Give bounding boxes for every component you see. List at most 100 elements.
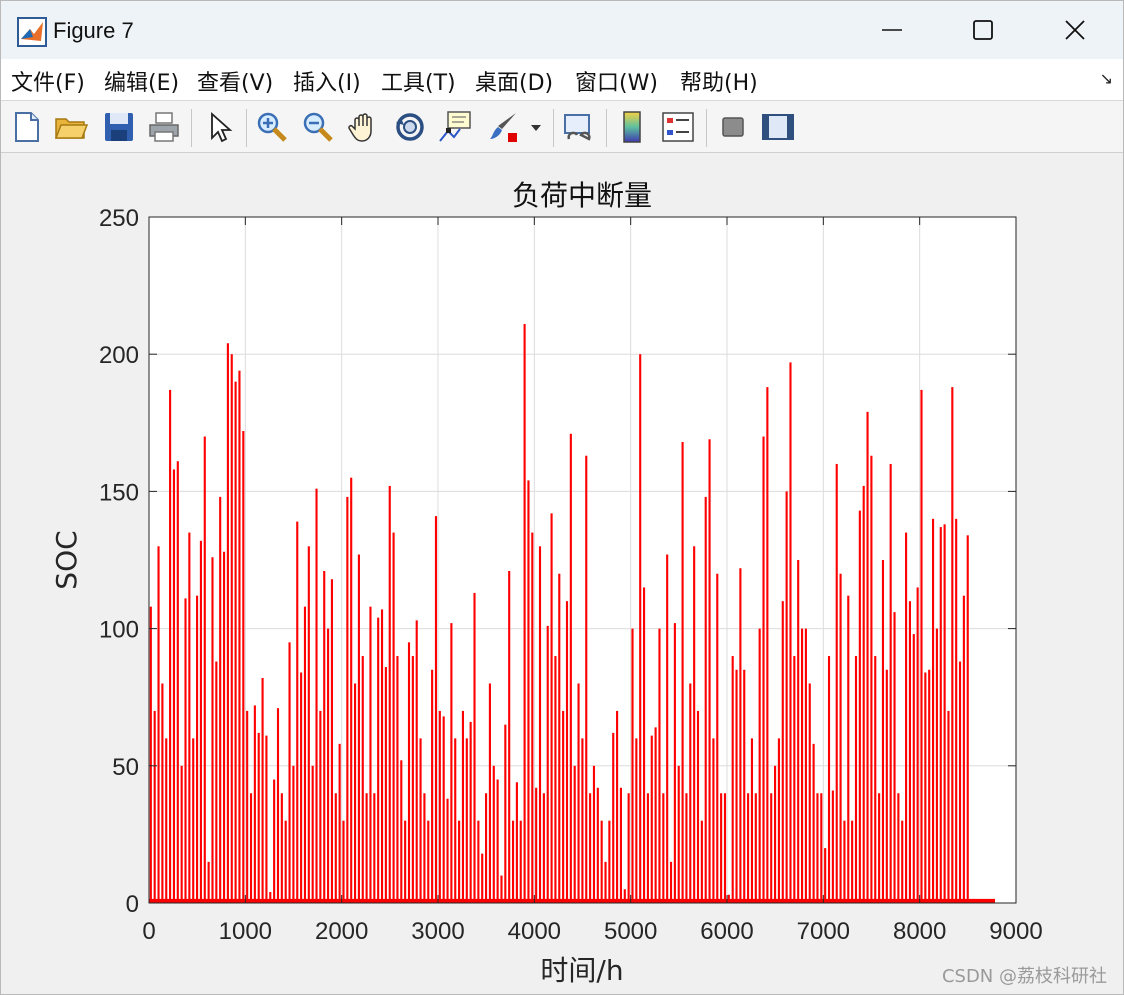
bar [758, 628, 761, 903]
bar [581, 738, 584, 903]
bar [292, 765, 295, 903]
bar [284, 820, 287, 903]
y-tick-label: 150 [99, 479, 139, 506]
bar [928, 669, 931, 903]
bar [947, 710, 950, 903]
x-tick-label: 8000 [893, 918, 946, 945]
cursor-arrow-icon [211, 111, 233, 143]
menu-insert[interactable]: 插入(I) [293, 65, 361, 97]
menu-window[interactable]: 窗口(W) [575, 65, 658, 97]
bar [523, 324, 526, 903]
zoom-in-button[interactable] [254, 109, 290, 145]
bar [639, 354, 642, 903]
plot[interactable]: 0 1000 2000 3000 4000 5000 6000 7000 8000 9000 0 50… [1, 153, 1123, 995]
close-icon [1065, 20, 1085, 40]
bar [450, 623, 453, 903]
bar [334, 793, 337, 903]
hide-plot-tools-button[interactable] [715, 109, 751, 145]
bar [793, 656, 796, 903]
figure-canvas[interactable]: 0 1000 2000 3000 4000 5000 6000 7000 8000 9000 0 50… [1, 153, 1123, 995]
bar [577, 683, 580, 903]
minimize-button[interactable] [846, 1, 938, 59]
bar [207, 861, 210, 903]
bar [562, 710, 565, 903]
bar [658, 628, 661, 903]
bar [492, 765, 495, 903]
bar [589, 793, 592, 903]
data-cursor-button[interactable] [438, 109, 474, 145]
bar [180, 765, 183, 903]
bar [592, 765, 596, 903]
bar [342, 820, 345, 903]
rotate-3d-button[interactable] [392, 109, 428, 145]
x-tick-label: 3000 [411, 918, 464, 945]
bar [881, 560, 885, 903]
zoom-out-button[interactable] [300, 109, 336, 145]
menu-tools[interactable]: 工具(T) [381, 65, 456, 97]
bar [353, 683, 357, 903]
bar [504, 724, 507, 903]
bar [800, 628, 804, 903]
zoom-out-icon [303, 112, 333, 142]
bar [781, 601, 784, 903]
bar [785, 491, 788, 903]
bar [419, 738, 422, 903]
bar [496, 779, 499, 903]
bar [797, 560, 800, 903]
baseline-band [149, 898, 995, 903]
bar [827, 656, 831, 903]
bar [716, 573, 719, 903]
dock-arrow-icon[interactable]: ↘ [1100, 69, 1113, 88]
bar [939, 527, 942, 903]
bar [554, 656, 557, 903]
print-button[interactable] [146, 109, 182, 145]
menu-file[interactable]: 文件(F) [11, 65, 85, 97]
bar [481, 853, 484, 903]
bar [157, 546, 160, 903]
link-plot-button[interactable] [561, 109, 597, 145]
save-button[interactable] [101, 109, 137, 145]
new-figure-button[interactable] [9, 109, 45, 145]
pan-button[interactable] [346, 109, 382, 145]
menu-desktop[interactable]: 桌面(D) [475, 65, 553, 97]
bar [677, 765, 680, 903]
legend-button[interactable] [660, 109, 696, 145]
maximize-button[interactable] [937, 1, 1029, 59]
bar [400, 760, 403, 903]
bar [862, 485, 865, 903]
hand-icon [348, 113, 372, 142]
title-bar[interactable]: Figure 7 [1, 1, 1123, 59]
y-tick-label: 250 [99, 205, 139, 232]
data-tip-icon [439, 111, 471, 142]
open-file-button[interactable] [53, 109, 89, 145]
bar [485, 793, 488, 903]
y-tick-label: 50 [112, 754, 139, 781]
menu-view[interactable]: 查看(V) [197, 65, 273, 97]
window-title: Figure 7 [53, 18, 134, 43]
bar [519, 820, 522, 903]
menu-help[interactable]: 帮助(H) [680, 65, 758, 97]
bar [253, 705, 256, 903]
colorbar-button[interactable] [614, 109, 650, 145]
show-plot-tools-button[interactable] [760, 109, 796, 145]
select-arrow-button[interactable] [201, 109, 237, 145]
x-tick-label: 1000 [219, 918, 272, 945]
bar [905, 532, 908, 903]
bar [169, 389, 172, 903]
x-tick-label: 7000 [797, 918, 850, 945]
show-tools-icon [762, 114, 794, 140]
brush-dropdown[interactable] [528, 109, 544, 145]
save-icon [105, 113, 133, 141]
brush-button[interactable] [486, 109, 522, 145]
bar [627, 793, 630, 903]
bar [558, 573, 561, 903]
x-tick-label: 0 [142, 918, 155, 945]
bar [404, 820, 407, 903]
menu-edit[interactable]: 编辑(E) [104, 65, 179, 97]
bar [508, 570, 511, 903]
bar [600, 820, 603, 903]
close-button[interactable] [1029, 1, 1121, 59]
x-tick-label: 4000 [508, 918, 561, 945]
bar [731, 656, 734, 903]
bar [569, 433, 572, 903]
